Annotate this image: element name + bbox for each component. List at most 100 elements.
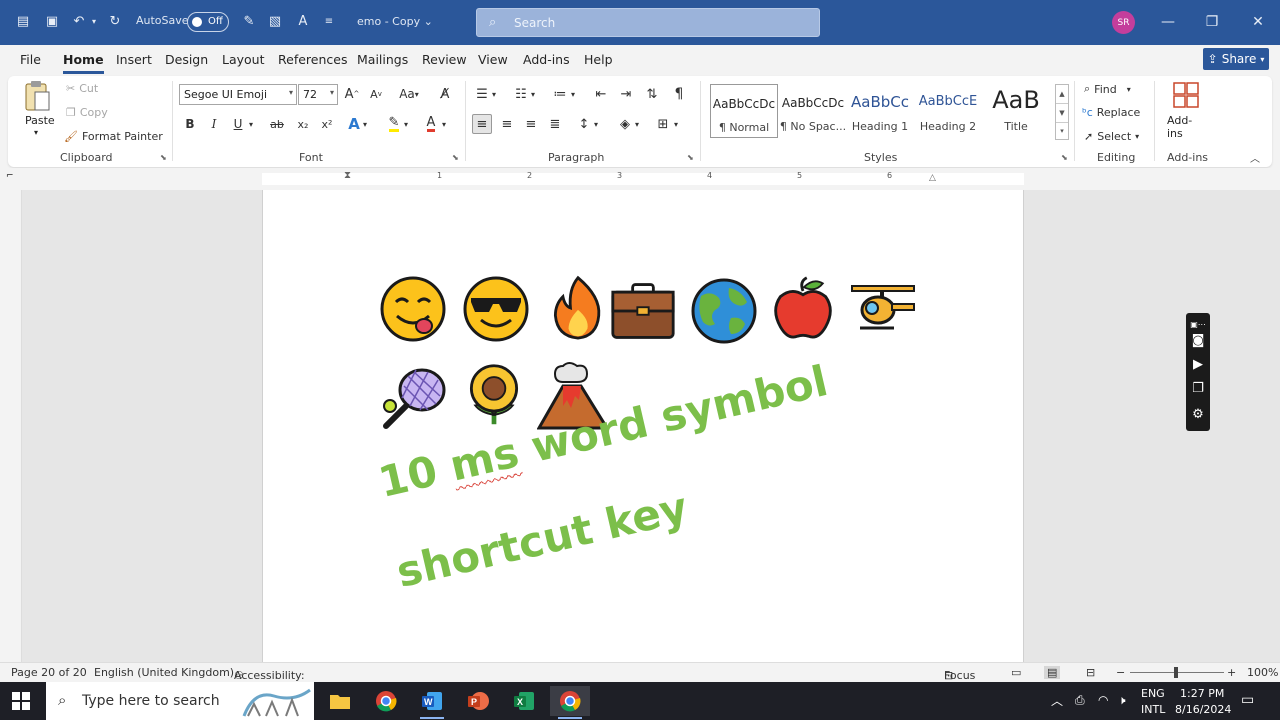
cut-button[interactable]: ✂ Cut (66, 82, 98, 95)
font-size-select[interactable]: 72 ▾ (298, 84, 338, 105)
font-color-icon[interactable]: A (421, 114, 441, 134)
font-family-select[interactable]: Segoe UI Emoji ▾ (179, 84, 297, 105)
underline-button[interactable]: U (228, 114, 248, 134)
dialog-launcher-icon[interactable]: ⬊ (1061, 153, 1068, 162)
chevron-down-icon[interactable]: ▾ (632, 114, 642, 134)
style-heading-2[interactable]: AaBbCcE Heading 2 (914, 84, 982, 138)
clear-formatting-icon[interactable]: A̸ (435, 84, 455, 104)
chevron-up-icon[interactable]: ▲ (1056, 85, 1068, 103)
language-top[interactable]: ENG (1141, 687, 1165, 700)
increase-indent-icon[interactable]: ⇥ (616, 84, 636, 104)
clock-date[interactable]: 8/16/2024 (1175, 703, 1231, 716)
zoom-level[interactable]: 100% (1247, 666, 1278, 679)
shrink-font-icon[interactable]: Av (366, 84, 386, 104)
gear-icon[interactable]: ⚙ (1189, 405, 1207, 423)
redo-icon[interactable]: ↻ (106, 12, 124, 30)
tab-layout[interactable]: Layout (222, 52, 265, 67)
subscript-button[interactable]: x₂ (293, 114, 313, 134)
tab-mailings[interactable]: Mailings (357, 52, 408, 67)
bold-button[interactable]: B (180, 114, 200, 134)
document-name[interactable]: emo - Copy ⌄ (357, 15, 433, 28)
document-page[interactable]: 10 ms word symbol shortcut key (262, 190, 1024, 662)
superscript-button[interactable]: x² (317, 114, 337, 134)
print-layout-icon[interactable]: ▤ (1044, 666, 1061, 679)
undo-icon[interactable]: ↶ (70, 12, 88, 30)
addins-button[interactable]: Add-ins (1166, 80, 1206, 140)
tab-view[interactable]: View (478, 52, 508, 67)
clock-time[interactable]: 1:27 PM (1180, 687, 1224, 700)
chrome-window-icon[interactable] (550, 686, 590, 719)
chevron-down-icon[interactable]: ▾ (489, 84, 499, 104)
tab-review[interactable]: Review (422, 52, 467, 67)
excel-icon[interactable]: X (504, 686, 544, 716)
wordart-line-2[interactable]: shortcut key (392, 483, 692, 597)
style-heading-1[interactable]: AaBbCc Heading 1 (846, 84, 914, 138)
tab-insert[interactable]: Insert (116, 52, 152, 67)
format-painter-button[interactable]: 🖌 Format Painter (64, 130, 163, 143)
dialog-launcher-icon[interactable]: ⬊ (160, 153, 167, 162)
paste-button[interactable]: Paste ▾ (22, 80, 58, 140)
save-icon[interactable]: ▣ (43, 12, 61, 30)
italic-button[interactable]: I (204, 114, 224, 134)
borders-icon[interactable]: ⊞ (653, 114, 673, 134)
chrome-icon[interactable] (366, 686, 406, 716)
style-no-spacing[interactable]: AaBbCcDc ¶ No Spac... (779, 84, 847, 138)
grow-font-icon[interactable]: A ^ (342, 84, 362, 104)
style-title[interactable]: AaB Title (982, 84, 1050, 138)
chevron-down-icon[interactable]: ▾ (568, 84, 578, 104)
change-case-button[interactable]: Aa ▾ (395, 84, 423, 104)
search-box[interactable]: ⌕ Search (476, 8, 820, 37)
minimize-icon[interactable]: — (1156, 10, 1180, 34)
volume-muted-icon[interactable]: 🕨 (1118, 693, 1126, 708)
undo-dropdown-icon[interactable]: ▾ (89, 12, 99, 30)
font-style-icon[interactable]: A (294, 12, 312, 30)
video-icon[interactable]: ▶ (1189, 355, 1207, 373)
customize-toolbar-icon[interactable]: ≡ (320, 12, 338, 30)
tab-addins[interactable]: Add-ins (523, 52, 570, 67)
chevron-down-icon[interactable]: ▾ (671, 114, 681, 134)
powerpoint-icon[interactable]: P (458, 686, 498, 716)
avatar[interactable]: SR (1112, 11, 1135, 34)
align-left-icon[interactable]: ≡ (472, 114, 492, 134)
tab-selector-icon[interactable]: ⌐ (6, 171, 14, 181)
indent-marker[interactable]: ⧗ (344, 170, 351, 181)
language-indicator[interactable]: English (United Kingdom) (94, 666, 234, 679)
word-icon[interactable]: W (412, 686, 452, 719)
replace-button[interactable]: ᵇc Replace (1082, 106, 1140, 119)
strikethrough-button[interactable]: ab (267, 114, 287, 134)
right-indent-marker[interactable]: △ (929, 173, 936, 183)
style-normal[interactable]: AaBbCcDc ¶ Normal (710, 84, 778, 138)
chevron-down-icon[interactable]: ▾ (439, 114, 449, 134)
find-button[interactable]: ⌕ Find ▾ (1084, 82, 1131, 96)
sort-icon[interactable]: ⇅ (642, 84, 662, 104)
chevron-down-icon[interactable]: ▼ (1056, 103, 1068, 122)
chevron-down-icon[interactable]: ▾ (591, 114, 601, 134)
image-icon[interactable]: ▧ (266, 12, 284, 30)
zoom-in-icon[interactable]: + (1227, 666, 1236, 679)
meet-now-icon[interactable]: ⎙ (1075, 693, 1085, 708)
check-edit-icon[interactable]: ✎ (240, 12, 258, 30)
collapse-ribbon-icon[interactable]: ︿ (1250, 150, 1260, 165)
close-icon[interactable]: ✕ (1246, 10, 1270, 34)
chevron-down-icon[interactable]: ▾ (401, 114, 411, 134)
tab-file[interactable]: File (20, 52, 41, 67)
windows-start-icon[interactable] (12, 692, 30, 710)
zoom-out-icon[interactable]: − (1116, 666, 1125, 679)
dialog-launcher-icon[interactable]: ⬊ (452, 153, 459, 162)
align-right-icon[interactable]: ≡ (521, 114, 541, 134)
more-styles-icon[interactable]: ▾ (1056, 122, 1068, 140)
chevron-down-icon[interactable]: ▾ (528, 84, 538, 104)
autosave-toggle[interactable]: Off (187, 12, 229, 32)
restore-icon[interactable]: ❐ (1200, 10, 1224, 34)
share-button[interactable]: ⇪ Share ▾ (1203, 48, 1269, 70)
camera-icon[interactable]: ◙ (1189, 331, 1207, 349)
tab-home[interactable]: Home (63, 52, 104, 74)
dialog-launcher-icon[interactable]: ⬊ (687, 153, 694, 162)
tab-help[interactable]: Help (584, 52, 613, 67)
styles-scroll[interactable]: ▲ ▼ ▾ (1055, 84, 1069, 140)
decrease-indent-icon[interactable]: ⇤ (591, 84, 611, 104)
page-count[interactable]: Page 20 of 20 (11, 666, 87, 679)
tab-references[interactable]: References (278, 52, 347, 67)
chevron-up-icon[interactable]: ︿ (1051, 692, 1063, 709)
chevron-down-icon[interactable]: ▾ (360, 114, 370, 134)
